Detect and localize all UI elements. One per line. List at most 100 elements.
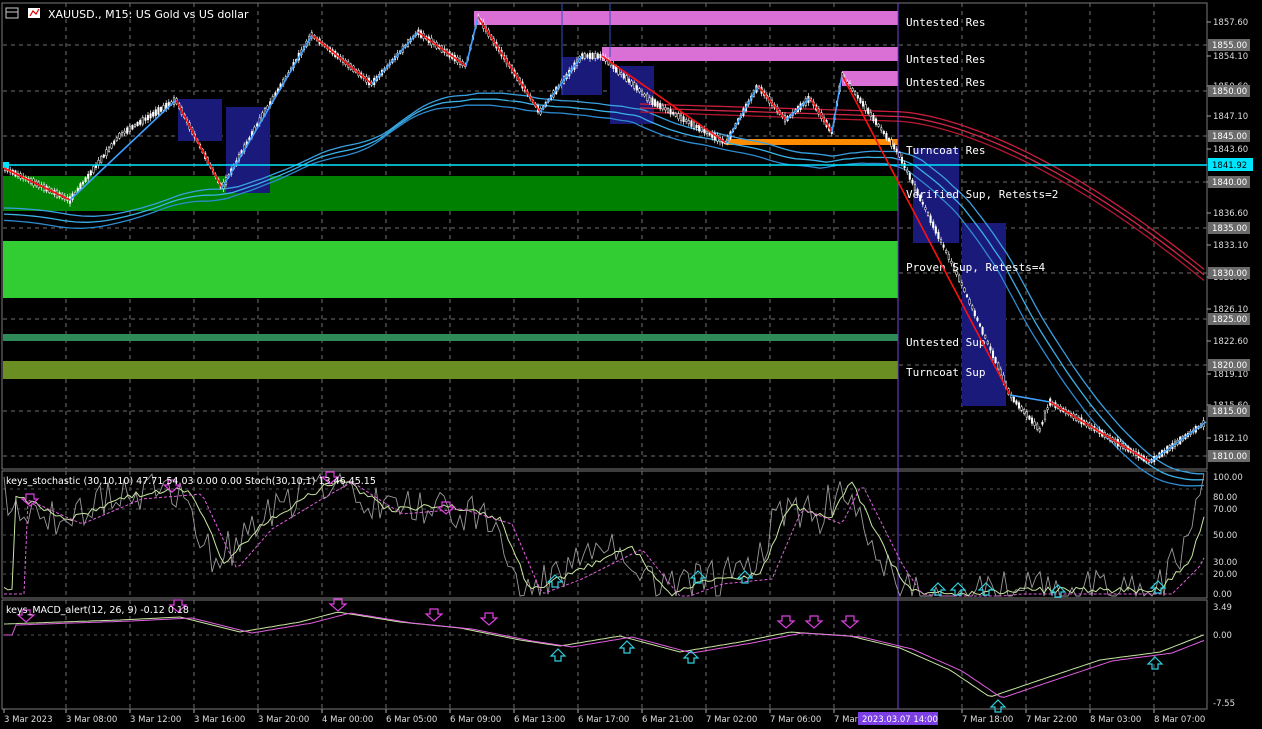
candle-body — [139, 120, 142, 125]
candle-body — [594, 53, 597, 59]
candle-body — [128, 125, 131, 132]
candle-body — [869, 112, 872, 117]
time-tick-label: 7 Mar 02:00 — [706, 715, 757, 725]
candle-body — [893, 144, 896, 150]
candle-body — [646, 93, 649, 102]
candle-body — [981, 327, 984, 335]
time-tick-label: 7 Mar 18:00 — [962, 715, 1013, 725]
candle-body — [633, 82, 636, 89]
price-level-label: 1855.00 — [1212, 41, 1247, 51]
candle-body — [656, 101, 659, 108]
current-price-handle[interactable] — [3, 162, 9, 168]
candle-body — [87, 173, 90, 179]
candle-body — [84, 177, 87, 183]
candle-body — [666, 108, 670, 113]
verified-support-zone — [3, 176, 898, 211]
candle-body — [659, 102, 662, 109]
candle-body — [1020, 406, 1023, 411]
candle-body — [856, 95, 859, 99]
time-tick-label: 3 Mar 16:00 — [194, 715, 245, 725]
price-level-label: 1840.00 — [1212, 178, 1247, 188]
candle-body — [586, 54, 589, 58]
price-level-label: 1810.00 — [1212, 452, 1247, 462]
candle-body — [682, 116, 685, 122]
candle-body — [630, 80, 633, 86]
macd-axis: 3.49 0.00 -7.55 — [1213, 603, 1235, 709]
candle-body — [1023, 409, 1026, 414]
time-tick-label: 8 Mar 07:00 — [1154, 715, 1205, 725]
candle-body — [963, 287, 966, 293]
candle-body — [854, 91, 857, 95]
candle-body — [118, 132, 121, 139]
candle-body — [976, 317, 979, 321]
untested-resistance-zone-1 — [474, 11, 898, 25]
candle-body — [159, 107, 163, 112]
price-tick-label: 1857.60 — [1213, 18, 1248, 28]
candle-body — [105, 149, 108, 157]
candle-body — [635, 85, 638, 91]
time-tick-label: 3 Mar 12:00 — [130, 715, 181, 725]
candle-body — [945, 249, 948, 254]
symbol-title: XAUUSD., M15: US Gold vs US dollar — [48, 8, 249, 21]
candle-body — [687, 120, 690, 125]
candle-body — [885, 133, 888, 139]
candle-body — [596, 53, 599, 59]
candle-body — [859, 97, 862, 103]
time-tick-label: 6 Mar 09:00 — [450, 715, 501, 725]
trading-chart[interactable]: Untested Res Untested Res Untested Res T… — [0, 0, 1262, 729]
candle-body — [700, 127, 703, 132]
candle-body — [640, 90, 644, 95]
time-tick-label: 7 Mar — [834, 715, 859, 725]
proven-support-zone — [3, 241, 898, 298]
candle-body — [934, 226, 937, 234]
candle-body — [157, 107, 160, 115]
stochastic-tick-label: 0.00 — [1213, 590, 1232, 600]
candle-body — [1015, 400, 1018, 405]
candle-body — [705, 130, 709, 134]
price-level-label: 1850.00 — [1212, 87, 1247, 97]
zone-label: Untested Sup — [906, 336, 985, 349]
macd-tick-label: 0.00 — [1213, 631, 1232, 641]
turncoat-support-zone — [3, 361, 898, 379]
candle-body — [921, 201, 924, 205]
price-tick-label: 1812.10 — [1213, 434, 1248, 444]
candle-body — [136, 121, 139, 126]
candle-body — [851, 88, 854, 92]
candle-body — [76, 188, 79, 192]
candle-body — [622, 73, 625, 79]
candle-body — [1046, 407, 1049, 411]
candle-body — [643, 93, 646, 97]
candle-body — [100, 156, 103, 163]
candle-body — [661, 105, 664, 110]
candle-body — [880, 127, 883, 131]
candle-body — [120, 132, 124, 136]
candle-body — [583, 53, 586, 59]
candle-body — [703, 128, 706, 134]
price-axis[interactable]: 1857.601854.101850.601847.101843.601840.… — [1207, 18, 1250, 462]
time-axis[interactable]: 3 Mar 2023 3 Mar 08:00 3 Mar 12:00 3 Mar 16… — [3, 709, 1205, 725]
candle-body — [906, 169, 909, 173]
candle-body — [79, 183, 82, 190]
macd-tick-label: -7.55 — [1213, 699, 1235, 709]
time-tick-label: 4 Mar 00:00 — [322, 715, 373, 725]
price-tick-label: 1822.60 — [1213, 337, 1248, 347]
candle-body — [1025, 411, 1028, 418]
price-level-label: 1835.00 — [1212, 224, 1247, 234]
time-tick-label: 6 Mar 21:00 — [642, 715, 693, 725]
candle-body — [123, 130, 126, 134]
stochastic-axis: 100.00 80.00 70.00 50.00 30.00 20.00 0.00 — [1213, 473, 1243, 600]
price-tick-label: 1854.10 — [1213, 52, 1248, 62]
time-tick-label: 3 Mar 20:00 — [258, 715, 309, 725]
candle-body — [1028, 415, 1031, 420]
macd-tick-label: 3.49 — [1213, 603, 1232, 613]
candle-body — [895, 148, 898, 153]
candle-body — [926, 212, 930, 216]
candle-body — [960, 282, 963, 286]
candle-body — [994, 357, 997, 364]
stochastic-tick-label: 100.00 — [1213, 473, 1243, 483]
candle-body — [664, 107, 667, 111]
candle-body — [986, 340, 989, 345]
candle-body — [968, 299, 971, 305]
candle-body — [989, 346, 992, 351]
candle-body — [141, 117, 144, 125]
